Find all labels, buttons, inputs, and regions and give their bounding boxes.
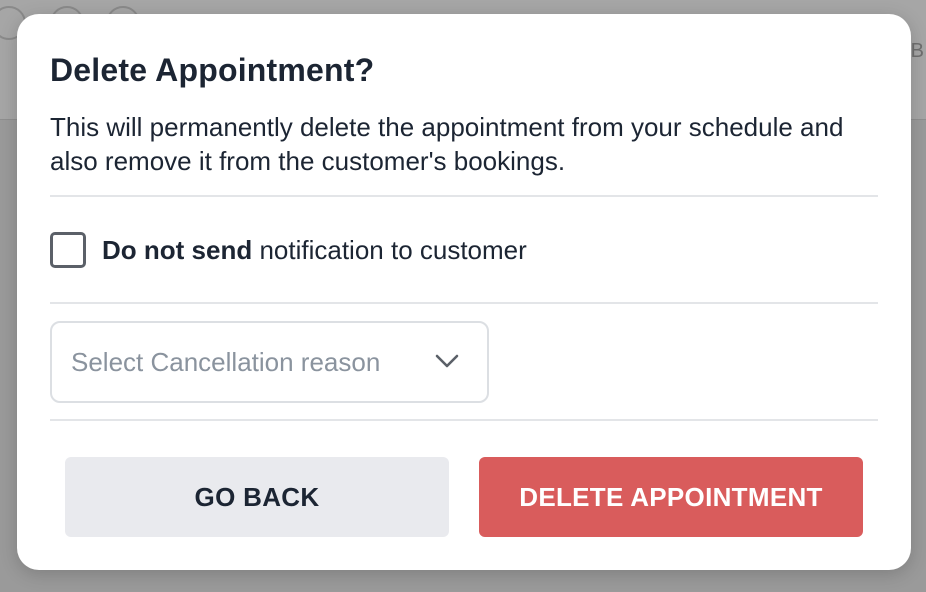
delete-appointment-dialog: Delete Appointment? This will permanentl… bbox=[17, 14, 911, 570]
delete-appointment-button[interactable]: DELETE APPOINTMENT bbox=[479, 457, 863, 537]
checkbox-label-bold: Do not send bbox=[102, 234, 253, 265]
divider bbox=[50, 195, 878, 197]
checkbox-label[interactable]: Do not send notification to customer bbox=[102, 235, 527, 266]
select-placeholder: Select Cancellation reason bbox=[71, 346, 381, 377]
divider bbox=[50, 302, 878, 304]
notification-checkbox-row[interactable]: Do not send notification to customer bbox=[50, 232, 527, 268]
chevron-down-icon bbox=[435, 354, 459, 368]
dialog-description: This will permanently delete the appoint… bbox=[50, 112, 844, 176]
background-text: B bbox=[910, 40, 924, 62]
cancellation-reason-select[interactable]: Select Cancellation reason bbox=[50, 321, 489, 403]
checkbox-label-rest: notification to customer bbox=[252, 234, 527, 265]
divider bbox=[50, 419, 878, 421]
dialog-title: Delete Appointment? bbox=[50, 52, 375, 88]
do-not-send-checkbox[interactable] bbox=[50, 232, 86, 268]
go-back-button[interactable]: GO BACK bbox=[65, 457, 449, 537]
